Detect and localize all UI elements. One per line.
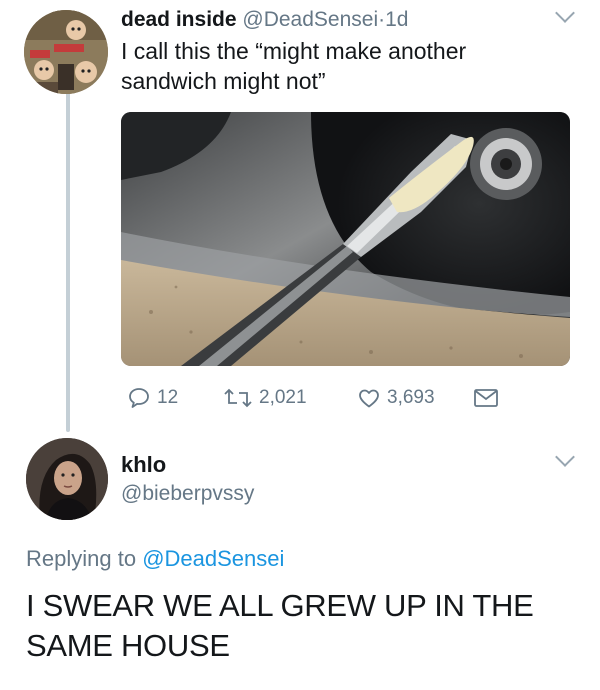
retweet-count: 2,021 <box>259 387 307 408</box>
avatar-image <box>24 10 108 94</box>
replying-to-line: Replying to @DeadSensei <box>26 546 284 572</box>
mention-link[interactable]: @DeadSensei <box>142 546 284 571</box>
timestamp[interactable]: 1d <box>385 8 408 31</box>
chevron-down-icon[interactable] <box>555 3 575 23</box>
tweet-header: dead inside @DeadSensei·1d <box>121 6 408 34</box>
photo-butter-knife-on-sink <box>121 112 570 366</box>
thread-connector-line <box>66 92 70 432</box>
retweet-button[interactable]: 2,021 <box>223 383 307 413</box>
author-handle[interactable]: @DeadSensei <box>242 8 378 31</box>
envelope-icon <box>474 389 498 407</box>
reply-author-name[interactable]: khlo <box>121 452 166 478</box>
direct-message-button[interactable] <box>473 383 499 413</box>
reply-text: I SWEAR WE ALL GREW UP IN THE SAME HOUSE <box>26 588 534 663</box>
reply-avatar[interactable] <box>26 438 108 520</box>
author-name[interactable]: dead inside <box>121 8 237 31</box>
like-count: 3,693 <box>387 387 435 408</box>
tweet-photo[interactable] <box>121 112 570 366</box>
reply-author-handle[interactable]: @bieberpvssy <box>121 482 254 506</box>
retweet-icon <box>224 388 252 408</box>
tweet-action-bar: 12 2,021 3,693 <box>121 383 521 413</box>
reply-icon <box>129 388 149 408</box>
replying-to-label: Replying to <box>26 546 137 571</box>
like-button[interactable]: 3,693 <box>357 383 435 413</box>
avatar[interactable] <box>24 10 108 94</box>
reply-count: 12 <box>157 387 179 408</box>
heart-icon <box>359 389 379 408</box>
reply-avatar-image <box>26 438 108 520</box>
chevron-down-icon[interactable] <box>555 447 575 467</box>
reply-button[interactable]: 12 <box>127 383 178 413</box>
tweet-text: I call this the “might make another sand… <box>121 38 467 94</box>
